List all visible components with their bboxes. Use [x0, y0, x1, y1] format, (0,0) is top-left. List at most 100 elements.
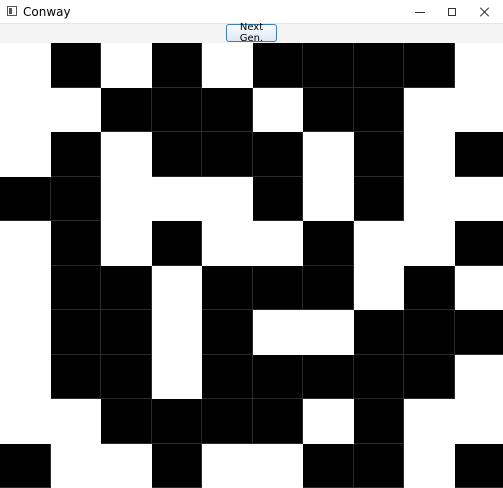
grid-cell[interactable] [101, 177, 152, 221]
grid-cell[interactable] [51, 132, 101, 177]
grid-cell[interactable] [354, 355, 404, 399]
grid-cell[interactable] [51, 177, 101, 221]
grid-cell[interactable] [303, 177, 354, 221]
grid-cell[interactable] [0, 132, 51, 177]
grid-cell[interactable] [404, 399, 455, 444]
grid-cell[interactable] [303, 132, 354, 177]
grid-cell[interactable] [202, 177, 253, 221]
next-generation-button[interactable]: Next Gen. [226, 22, 277, 44]
grid-cell[interactable] [253, 444, 303, 488]
grid-cell[interactable] [354, 177, 404, 221]
grid-cell[interactable] [202, 266, 253, 310]
grid-cell[interactable] [455, 266, 503, 310]
grid-cell[interactable] [152, 310, 202, 355]
grid-cell[interactable] [101, 355, 152, 399]
minimize-button[interactable] [403, 0, 437, 24]
grid-cell[interactable] [51, 355, 101, 399]
grid-cell[interactable] [51, 221, 101, 266]
life-grid[interactable] [0, 43, 503, 488]
grid-cell[interactable] [354, 43, 404, 88]
grid-cell[interactable] [354, 132, 404, 177]
grid-cell[interactable] [455, 88, 503, 132]
grid-cell[interactable] [51, 266, 101, 310]
grid-cell[interactable] [303, 221, 354, 266]
grid-cell[interactable] [152, 132, 202, 177]
grid-cell[interactable] [0, 88, 51, 132]
grid-cell[interactable] [303, 355, 354, 399]
grid-cell[interactable] [303, 43, 354, 88]
grid-cell[interactable] [51, 88, 101, 132]
grid-cell[interactable] [404, 43, 455, 88]
grid-cell[interactable] [202, 444, 253, 488]
grid-cell[interactable] [455, 132, 503, 177]
grid-cell[interactable] [253, 43, 303, 88]
grid-cell[interactable] [455, 43, 503, 88]
grid-cell[interactable] [152, 399, 202, 444]
grid-cell[interactable] [101, 310, 152, 355]
grid-cell[interactable] [202, 399, 253, 444]
grid-cell[interactable] [0, 43, 51, 88]
grid-cell[interactable] [0, 221, 51, 266]
grid-cell[interactable] [202, 88, 253, 132]
grid-cell[interactable] [152, 88, 202, 132]
grid-cell[interactable] [303, 266, 354, 310]
grid-cell[interactable] [202, 221, 253, 266]
grid-cell[interactable] [253, 221, 303, 266]
grid-cell[interactable] [253, 266, 303, 310]
grid-cell[interactable] [404, 177, 455, 221]
grid-cell[interactable] [303, 88, 354, 132]
grid-cell[interactable] [253, 355, 303, 399]
maximize-button[interactable] [435, 0, 469, 24]
grid-cell[interactable] [101, 221, 152, 266]
grid-cell[interactable] [455, 221, 503, 266]
grid-cell[interactable] [455, 177, 503, 221]
grid-cell[interactable] [152, 221, 202, 266]
grid-cell[interactable] [152, 355, 202, 399]
grid-cell[interactable] [303, 399, 354, 444]
grid-cell[interactable] [404, 444, 455, 488]
grid-cell[interactable] [0, 310, 51, 355]
grid-cell[interactable] [354, 444, 404, 488]
grid-cell[interactable] [455, 444, 503, 488]
grid-cell[interactable] [404, 132, 455, 177]
grid-cell[interactable] [101, 43, 152, 88]
grid-cell[interactable] [51, 310, 101, 355]
grid-cell[interactable] [101, 444, 152, 488]
grid-cell[interactable] [152, 177, 202, 221]
grid-cell[interactable] [354, 310, 404, 355]
grid-cell[interactable] [404, 221, 455, 266]
grid-cell[interactable] [253, 88, 303, 132]
grid-cell[interactable] [101, 399, 152, 444]
grid-cell[interactable] [303, 444, 354, 488]
grid-cell[interactable] [404, 266, 455, 310]
grid-cell[interactable] [101, 132, 152, 177]
grid-cell[interactable] [202, 355, 253, 399]
grid-cell[interactable] [0, 399, 51, 444]
grid-cell[interactable] [51, 444, 101, 488]
grid-cell[interactable] [51, 43, 101, 88]
grid-cell[interactable] [152, 266, 202, 310]
grid-cell[interactable] [202, 310, 253, 355]
grid-cell[interactable] [404, 310, 455, 355]
grid-cell[interactable] [303, 310, 354, 355]
grid-cell[interactable] [455, 355, 503, 399]
grid-cell[interactable] [253, 399, 303, 444]
grid-cell[interactable] [354, 88, 404, 132]
grid-cell[interactable] [51, 399, 101, 444]
grid-cell[interactable] [0, 177, 51, 221]
grid-cell[interactable] [354, 399, 404, 444]
grid-cell[interactable] [253, 310, 303, 355]
grid-cell[interactable] [455, 310, 503, 355]
grid-cell[interactable] [253, 132, 303, 177]
grid-cell[interactable] [253, 177, 303, 221]
grid-cell[interactable] [0, 355, 51, 399]
grid-cell[interactable] [0, 266, 51, 310]
grid-cell[interactable] [354, 266, 404, 310]
grid-cell[interactable] [101, 88, 152, 132]
grid-cell[interactable] [455, 399, 503, 444]
grid-cell[interactable] [202, 132, 253, 177]
grid-cell[interactable] [404, 88, 455, 132]
close-button[interactable] [468, 0, 502, 24]
grid-cell[interactable] [152, 43, 202, 88]
grid-cell[interactable] [202, 43, 253, 88]
